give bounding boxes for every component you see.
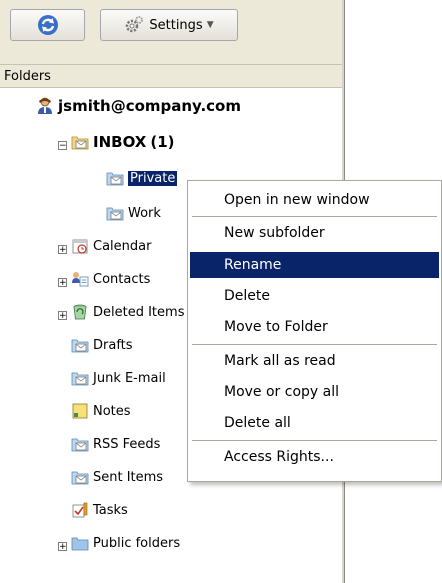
mail-folder-icon — [106, 207, 124, 221]
collapse-inbox-icon[interactable]: − — [58, 141, 67, 151]
tree-item-label: Private — [128, 170, 178, 186]
tasks-icon — [72, 502, 88, 518]
tree-item-label: Notes — [93, 403, 131, 419]
inbox-label: INBOX — [93, 133, 147, 151]
settings-button[interactable]: Settings ▼ — [100, 9, 238, 41]
tree-item-junk[interactable]: Junk E-mail — [71, 367, 166, 389]
expand-calendar-icon[interactable]: + — [58, 245, 67, 255]
toolbar: Settings ▼ — [0, 0, 342, 64]
chevron-down-icon: ▼ — [206, 20, 214, 30]
mail-folder-icon — [106, 172, 124, 186]
tree-item-label: Contacts — [93, 271, 151, 287]
notes-icon — [72, 403, 88, 419]
tree-item-label: Tasks — [93, 502, 128, 518]
mail-folder-icon — [71, 372, 89, 386]
tree-item-deleted[interactable]: Deleted Items — [71, 301, 184, 323]
mail-folder-icon — [71, 339, 89, 353]
tree-item-label: Sent Items — [93, 469, 164, 485]
menu-separator — [192, 344, 437, 345]
menu-item-open-new-window[interactable]: Open in new window — [190, 187, 439, 213]
mail-folder-icon — [71, 438, 89, 452]
gear-icon — [126, 16, 144, 33]
user-icon — [38, 97, 52, 114]
trash-icon — [73, 304, 87, 320]
settings-label: Settings — [149, 17, 203, 33]
menu-item-delete[interactable]: Delete — [190, 283, 439, 309]
calendar-icon — [72, 239, 88, 254]
account-row[interactable]: jsmith@company.com — [36, 95, 241, 117]
tree-item-rss[interactable]: RSS Feeds — [71, 433, 160, 455]
tree-item-drafts[interactable]: Drafts — [71, 334, 133, 356]
menu-item-move-to-folder[interactable]: Move to Folder — [190, 314, 439, 340]
tree-item-label: Drafts — [93, 337, 133, 353]
tree-item-label: Calendar — [93, 238, 152, 254]
menu-separator — [192, 216, 437, 217]
expand-deleted-icon[interactable]: + — [58, 311, 67, 321]
folders-header: Folders — [0, 64, 342, 88]
contacts-icon — [72, 272, 89, 287]
refresh-button[interactable] — [10, 9, 85, 41]
tree-item-label: RSS Feeds — [93, 436, 161, 452]
menu-item-delete-all[interactable]: Delete all — [190, 410, 439, 436]
tree-item-notes[interactable]: Notes — [71, 400, 131, 422]
menu-item-access-rights[interactable]: Access Rights... — [190, 444, 439, 470]
tree-item-calendar[interactable]: Calendar — [71, 235, 151, 257]
tree-item-label: Public folders — [93, 535, 181, 551]
tree-item-work[interactable]: Work — [106, 202, 161, 224]
menu-item-move-copy-all[interactable]: Move or copy all — [190, 379, 439, 405]
menu-item-new-subfolder[interactable]: New subfolder — [190, 220, 439, 246]
context-menu: Open in new window New subfolder Rename … — [187, 180, 442, 482]
menu-item-rename[interactable]: Rename — [190, 252, 439, 278]
tree-item-contacts[interactable]: Contacts — [71, 268, 150, 290]
tree-item-label: Work — [128, 205, 161, 221]
tree-item-public[interactable]: Public folders — [71, 532, 180, 554]
expand-contacts-icon[interactable]: + — [58, 278, 67, 288]
tree-item-private[interactable]: Private — [106, 167, 178, 189]
inbox-folder[interactable]: INBOX (1) — [71, 131, 175, 153]
tree-item-label: Deleted Items — [93, 304, 185, 320]
menu-separator — [192, 440, 437, 441]
mail-folder-icon — [71, 136, 89, 150]
inbox-unread-count: (1) — [150, 133, 175, 151]
folder-icon — [71, 537, 89, 551]
tree-item-sent[interactable]: Sent Items — [71, 466, 163, 488]
account-label: jsmith@company.com — [58, 97, 241, 115]
expand-public-icon[interactable]: + — [58, 542, 67, 552]
refresh-icon — [37, 15, 58, 35]
tree-item-tasks[interactable]: Tasks — [71, 499, 128, 521]
mail-folder-icon — [71, 471, 89, 485]
menu-item-mark-all-read[interactable]: Mark all as read — [190, 348, 439, 374]
tree-item-label: Junk E-mail — [93, 370, 166, 386]
